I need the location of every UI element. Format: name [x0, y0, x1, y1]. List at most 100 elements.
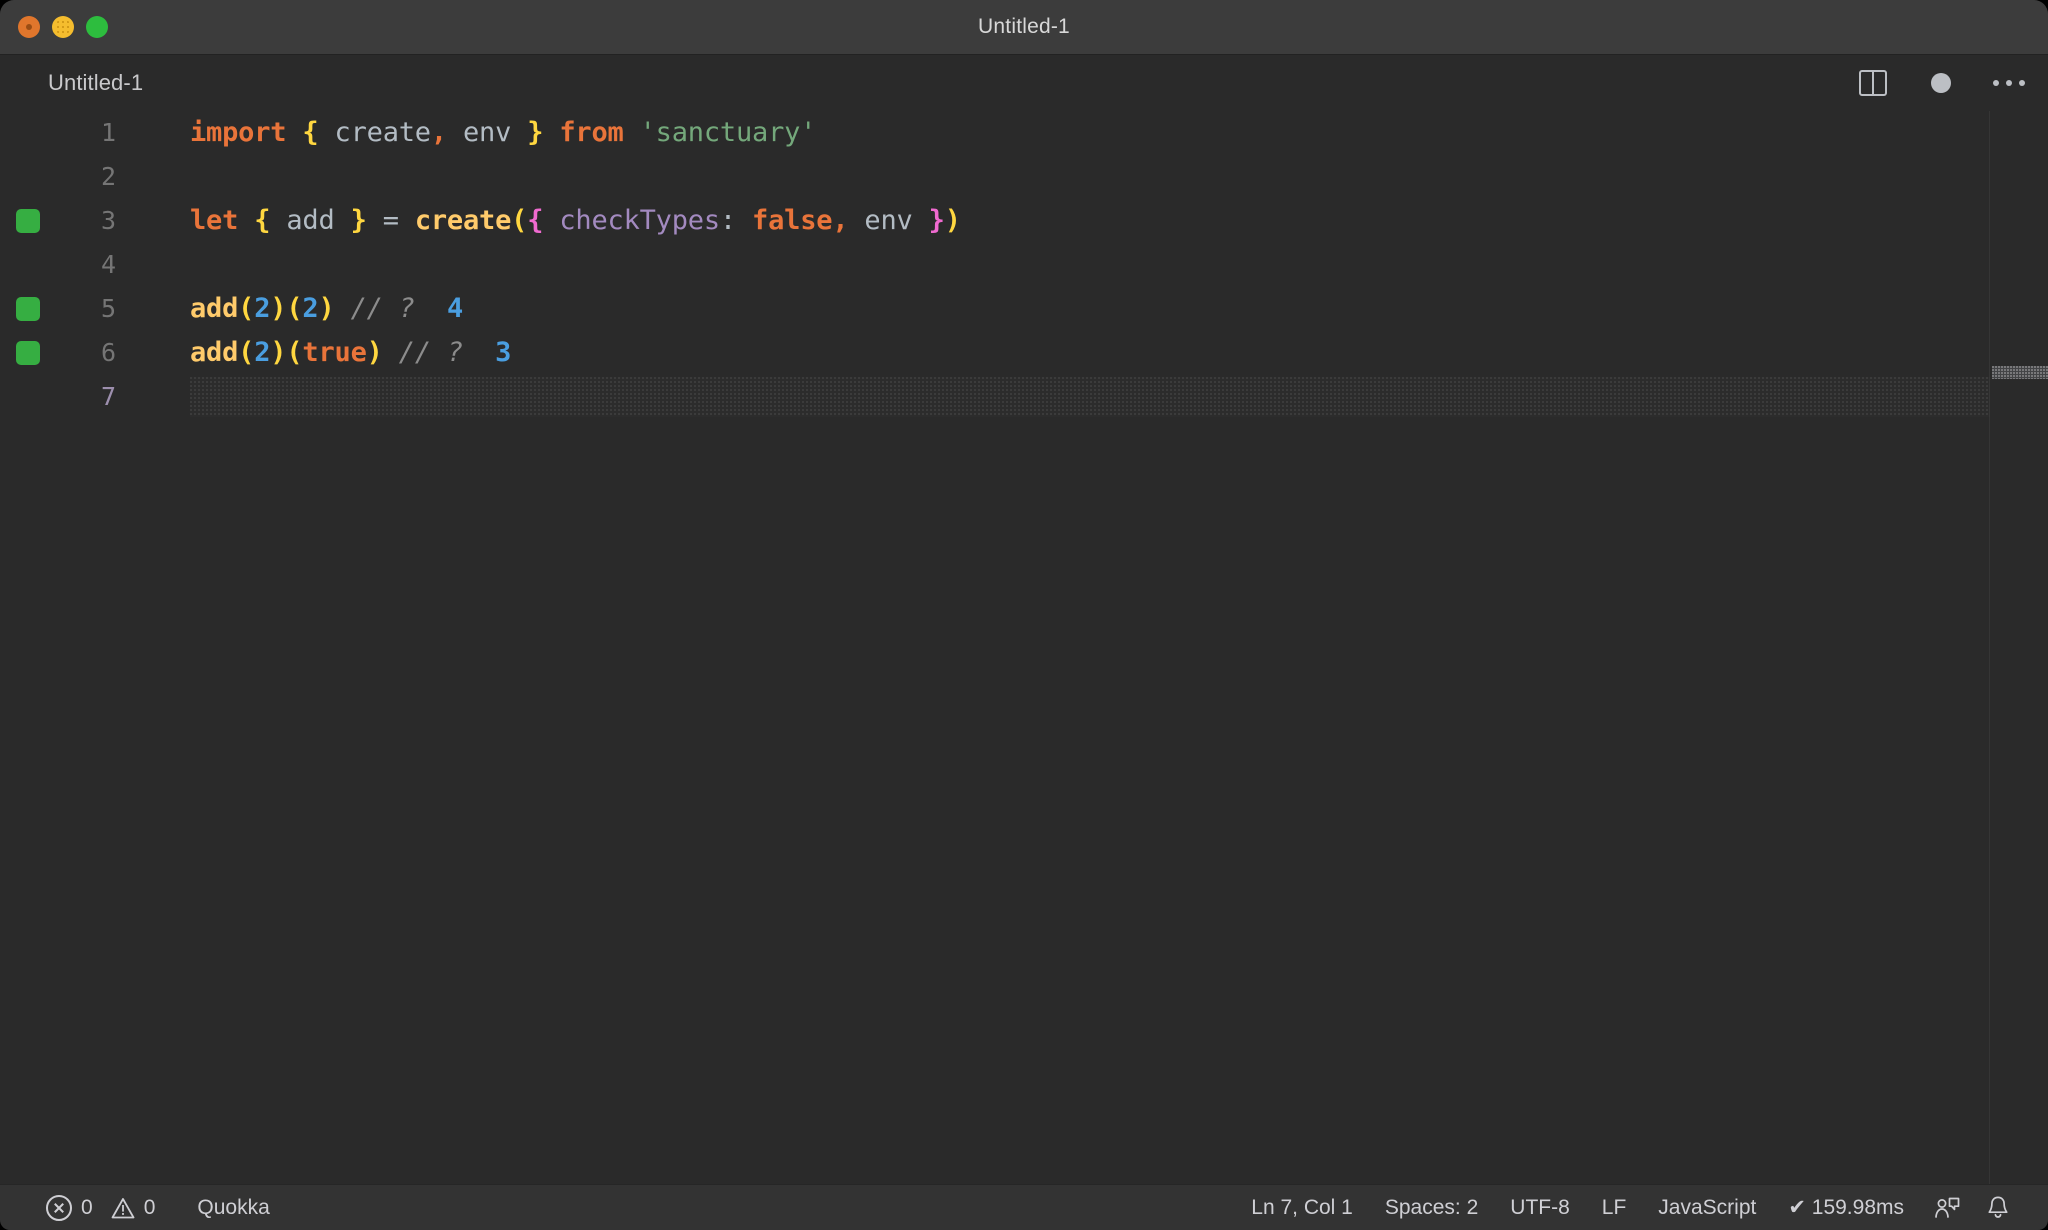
cursor-position[interactable]: Ln 7, Col 1: [1235, 1185, 1369, 1230]
code-text: import { create, env } from 'sanctuary': [190, 111, 816, 155]
code-line[interactable]: 2: [0, 155, 2048, 199]
unsaved-dot-glyph: [1931, 73, 1951, 93]
code-token: ,: [832, 205, 849, 236]
quokka-runtime[interactable]: ✔ 159.98ms: [1772, 1185, 1920, 1230]
error-circle-icon: [46, 1194, 72, 1221]
code-token: {: [527, 205, 544, 236]
quokka-status[interactable]: Quokka: [171, 1185, 285, 1230]
encoding-setting[interactable]: UTF-8: [1494, 1185, 1586, 1230]
code-token: =: [366, 205, 415, 236]
code-token: false: [752, 205, 833, 236]
code-token: let: [190, 205, 239, 236]
minimap-divider: [1989, 111, 1990, 1186]
more-actions-glyph: [1993, 80, 2025, 86]
code-token: (: [511, 205, 528, 236]
code-token: {: [302, 117, 319, 148]
code-text: let { add } = create({ checkTypes: false…: [190, 199, 961, 243]
notifications-bell-icon[interactable]: [1974, 1185, 2022, 1230]
code-token: add: [190, 293, 239, 324]
line-number: 2: [100, 162, 116, 191]
line-number: 7: [100, 382, 116, 411]
more-actions-icon[interactable]: [1992, 66, 2026, 100]
warning-count: 0: [143, 1195, 156, 1219]
code-token: create: [414, 205, 512, 236]
quokka-executed-marker: [16, 341, 40, 365]
code-token: import: [190, 117, 287, 148]
code-token: ,: [430, 117, 447, 148]
problems-status[interactable]: 0 0: [30, 1185, 171, 1230]
line-number: 6: [100, 338, 116, 367]
code-token: }: [928, 205, 945, 236]
code-token: }: [350, 205, 367, 236]
error-count: 0: [81, 1195, 93, 1219]
vertical-scrollbar-thumb[interactable]: [1992, 366, 2048, 379]
split-editor-icon[interactable]: [1856, 66, 1890, 100]
code-line[interactable]: 7: [0, 375, 2048, 419]
code-text: add(2)(true) // ? 3: [190, 331, 511, 375]
line-number: 3: [100, 206, 116, 235]
code-token: add: [270, 205, 351, 236]
code-token: ): [366, 337, 383, 368]
code-token: 4: [446, 293, 464, 324]
language-mode[interactable]: JavaScript: [1642, 1185, 1772, 1230]
code-line[interactable]: 5 add(2)(2) // ? 4: [0, 287, 2048, 331]
code-line[interactable]: 6 add(2)(true) // ? 3: [0, 331, 2048, 375]
warning-triangle-icon: [111, 1197, 135, 1219]
code-token: true: [302, 337, 367, 368]
code-editor[interactable]: 1 import { create, env } from 'sanctuary'…: [0, 111, 2048, 1186]
quokka-executed-marker: [16, 209, 40, 233]
code-token: 'sanctuary': [639, 117, 817, 148]
quokka-runtime-label: ✔ 159.98ms: [1788, 1196, 1904, 1219]
feedback-smiley-icon[interactable]: [1920, 1185, 1974, 1230]
code-token: // ?: [398, 337, 464, 368]
code-line[interactable]: 1 import { create, env } from 'sanctuary': [0, 111, 2048, 155]
indentation-setting[interactable]: Spaces: 2: [1369, 1185, 1494, 1230]
code-lines: 1 import { create, env } from 'sanctuary'…: [0, 111, 2048, 419]
encoding-label: UTF-8: [1510, 1195, 1570, 1219]
unsaved-dot-icon[interactable]: [1924, 66, 1958, 100]
code-token: 2: [254, 293, 271, 324]
code-token: add: [190, 337, 239, 368]
code-token: (: [238, 293, 255, 324]
status-bar-right: Ln 7, Col 1 Spaces: 2 UTF-8 LF JavaScrip…: [1235, 1185, 2048, 1230]
code-line[interactable]: 4: [0, 243, 2048, 287]
code-token: env: [848, 205, 929, 236]
current-line-highlight: [190, 377, 1990, 417]
cursor-position-label: Ln 7, Col 1: [1251, 1195, 1353, 1219]
code-token: 2: [302, 293, 319, 324]
editor-actions: [1856, 55, 2026, 111]
quokka-executed-marker: [16, 297, 40, 321]
code-token: ): [944, 205, 961, 236]
status-bar: 0 0 Quokka Ln 7, Col 1 Spaces: 2 UTF-8 L…: [0, 1184, 2048, 1230]
code-token: 3: [495, 337, 512, 368]
eol-setting[interactable]: LF: [1586, 1185, 1643, 1230]
language-mode-label: JavaScript: [1658, 1195, 1757, 1219]
code-token: create: [318, 117, 432, 148]
tab-untitled-1[interactable]: Untitled-1: [48, 55, 143, 111]
editor-window: Untitled-1 Untitled-1 1 import { create, …: [0, 0, 2048, 1230]
line-number: 1: [100, 118, 116, 147]
code-token: )(: [270, 337, 303, 368]
code-token: (: [238, 337, 255, 368]
indentation-label: Spaces: 2: [1384, 1195, 1479, 1219]
code-line[interactable]: 3 let { add } = create({ checkTypes: fals…: [0, 199, 2048, 243]
window-title: Untitled-1: [978, 15, 1070, 38]
status-bar-left: 0 0 Quokka: [0, 1185, 286, 1230]
code-token: 2: [254, 337, 271, 368]
code-token: checkTypes: [559, 205, 720, 236]
quokka-label: Quokka: [197, 1195, 270, 1219]
code-token: ): [318, 293, 335, 324]
title-bar: Untitled-1: [0, 0, 2048, 55]
line-number: 4: [100, 250, 116, 279]
code-text: add(2)(2) // ? 4: [190, 287, 463, 331]
code-token: }: [527, 117, 544, 148]
line-number: 5: [100, 294, 116, 323]
